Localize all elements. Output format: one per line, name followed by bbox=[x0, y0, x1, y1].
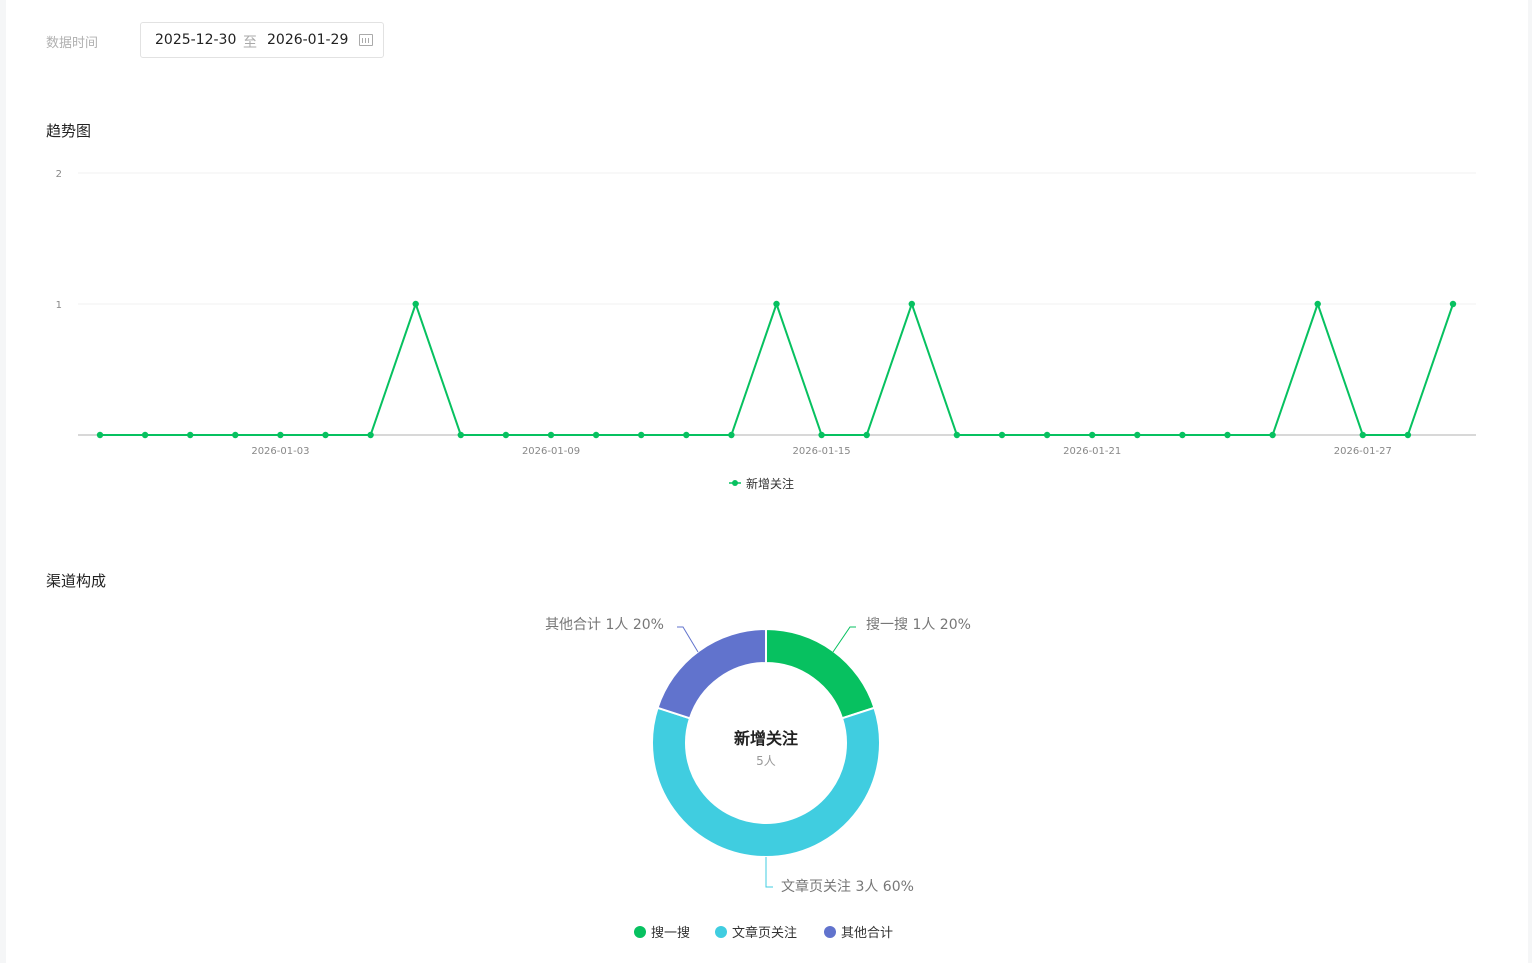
legend-marker bbox=[715, 926, 727, 938]
data-point bbox=[1089, 431, 1096, 439]
data-point bbox=[908, 300, 915, 308]
data-point bbox=[1314, 300, 1321, 308]
label-leader-line bbox=[765, 857, 773, 888]
data-point bbox=[502, 431, 510, 439]
y-tick-label: 2 bbox=[56, 169, 62, 180]
data-point bbox=[728, 431, 735, 439]
donut-center-value: 5人 bbox=[756, 754, 776, 768]
data-point bbox=[96, 431, 104, 439]
data-point bbox=[412, 300, 419, 308]
legend-label: 其他合计 bbox=[841, 926, 893, 941]
data-point bbox=[547, 431, 555, 439]
x-tick-label: 2026-01-15 bbox=[793, 446, 851, 457]
legend-marker bbox=[634, 926, 646, 938]
legend-label: 文章页关注 bbox=[732, 925, 797, 941]
data-point bbox=[367, 431, 374, 439]
data-point bbox=[1134, 431, 1141, 439]
slice-label: 其他合计 1人 20% bbox=[545, 617, 664, 633]
slice-label: 文章页关注 3人 60% bbox=[781, 878, 914, 895]
slice-label: 搜一搜 1人 20% bbox=[866, 617, 971, 633]
data-point bbox=[232, 431, 239, 439]
label-leader-line bbox=[832, 626, 856, 653]
data-point bbox=[141, 431, 149, 439]
data-point bbox=[277, 431, 284, 439]
legend-marker bbox=[824, 926, 836, 938]
pie-slice bbox=[765, 627, 876, 720]
data-point bbox=[998, 431, 1006, 439]
x-tick-label: 2026-01-03 bbox=[251, 446, 309, 457]
data-point bbox=[187, 431, 194, 439]
data-point bbox=[457, 431, 464, 439]
data-point bbox=[1179, 431, 1186, 439]
data-point bbox=[773, 300, 780, 308]
data-point bbox=[818, 431, 825, 439]
series-line bbox=[100, 300, 1454, 436]
data-point bbox=[1359, 431, 1367, 439]
data-point bbox=[1224, 431, 1231, 439]
data-point bbox=[683, 431, 690, 439]
x-tick-label: 2026-01-27 bbox=[1334, 446, 1392, 457]
label-leader-line bbox=[677, 626, 699, 653]
x-tick-label: 2026-01-21 bbox=[1063, 446, 1121, 457]
data-point bbox=[638, 431, 645, 439]
x-tick-label: 2026-01-09 bbox=[522, 446, 580, 457]
legend-label: 新增关注 bbox=[746, 476, 794, 491]
data-point bbox=[592, 431, 600, 439]
data-point bbox=[953, 431, 961, 439]
legend-label: 搜一搜 bbox=[651, 926, 690, 941]
y-tick-label: 1 bbox=[56, 300, 62, 311]
pie-slice bbox=[656, 627, 767, 720]
data-point bbox=[1404, 431, 1412, 439]
data-point bbox=[322, 431, 329, 439]
data-point bbox=[1449, 300, 1457, 308]
data-point bbox=[1269, 431, 1276, 439]
charts: 1 2 2026-01-03 2026-01-09 2026-01-15 2026-01-… bbox=[56, 169, 1476, 941]
donut-center-title: 新增关注 bbox=[734, 729, 798, 748]
data-point bbox=[863, 431, 870, 439]
legend-marker bbox=[732, 480, 738, 486]
data-point bbox=[1043, 431, 1051, 439]
